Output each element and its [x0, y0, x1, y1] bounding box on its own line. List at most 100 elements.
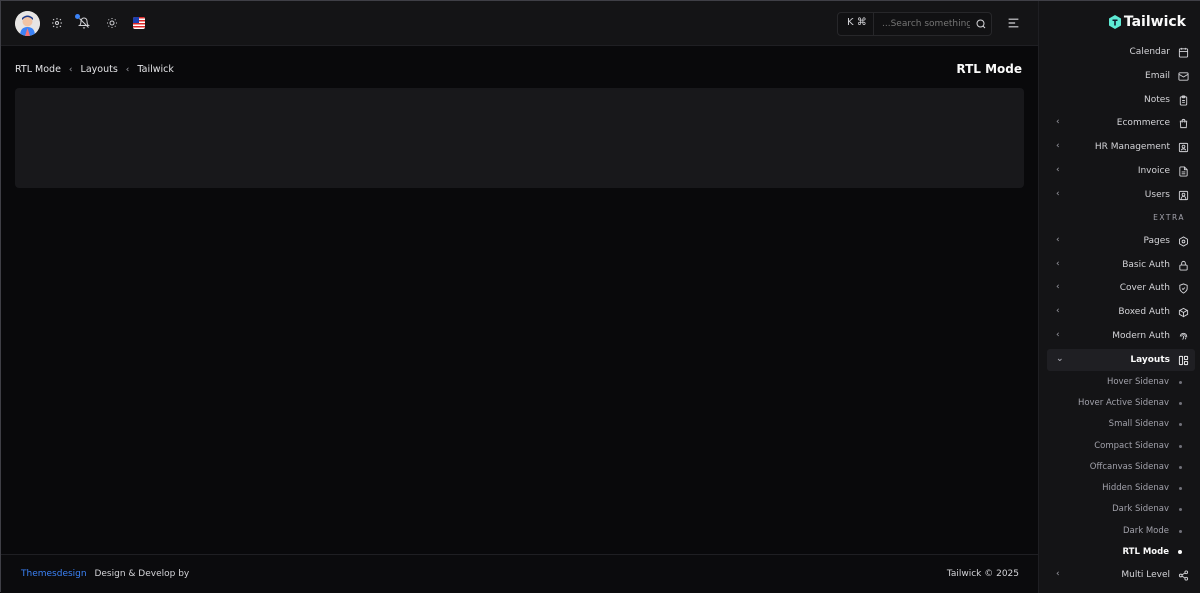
- sidebar-item-pages[interactable]: ‹ Pages: [1047, 230, 1195, 252]
- sidebar-item-label: Basic Auth: [1122, 260, 1170, 270]
- breadcrumb-item[interactable]: Tailwick: [137, 64, 173, 75]
- sidebar-item-label: Calendar: [1129, 47, 1170, 57]
- bullet-dot: [1179, 466, 1182, 469]
- sidebar-item-label: Notes: [1144, 95, 1170, 105]
- footer-brand-link[interactable]: Themesdesign: [21, 569, 87, 579]
- sidebar-item-boxed-auth[interactable]: ‹ Boxed Auth: [1047, 301, 1195, 323]
- sidebar-subitem-label: RTL Mode: [1122, 547, 1169, 557]
- bullet-dot: [1179, 423, 1182, 426]
- sidebar-item-basic-auth[interactable]: ‹ Basic Auth: [1047, 254, 1195, 276]
- chevron-left-icon: ‹: [1056, 282, 1060, 292]
- chevron-left-icon: ‹: [1056, 259, 1060, 269]
- mail-icon: [1178, 71, 1189, 82]
- chevron-left-icon: ‹: [1056, 189, 1060, 199]
- sidebar-subitem-dark-mode[interactable]: Dark Mode: [1047, 522, 1195, 540]
- sidebar-subitem-label: Compact Sidenav: [1094, 441, 1169, 451]
- logo[interactable]: Tailwick: [1108, 14, 1186, 30]
- sidebar-subitem-offcanvas-sidenav[interactable]: Offcanvas Sidenav: [1047, 458, 1195, 476]
- chevron-left-icon: ‹: [1056, 165, 1060, 175]
- file-text-icon: [1178, 165, 1189, 177]
- bullet-dot: [1178, 550, 1182, 554]
- sidebar-subitem-label: Small Sidenav: [1108, 419, 1169, 429]
- sidebar-item-cover-auth[interactable]: ‹ Cover Auth: [1047, 277, 1195, 299]
- sidebar-subitem-hidden-sidenav[interactable]: Hidden Sidenav: [1047, 479, 1195, 497]
- page-title: RTL Mode: [956, 62, 1022, 76]
- id-card-icon: [1178, 142, 1189, 153]
- footer: Themesdesign Design & Develop by Tailwic…: [1, 554, 1038, 593]
- search-input[interactable]: [882, 16, 970, 32]
- menu-toggle-icon[interactable]: [1007, 17, 1020, 29]
- sidebar-item-modern-auth[interactable]: ‹ Modern Auth: [1047, 325, 1195, 347]
- shopping-bag-icon: [1178, 118, 1189, 129]
- fingerprint-icon: [1178, 331, 1189, 342]
- sidebar-item-hr-management[interactable]: ‹ HR Management: [1047, 136, 1195, 158]
- search-box[interactable]: K ⌘: [837, 12, 992, 36]
- sidebar-item-label: Invoice: [1137, 166, 1170, 176]
- sidebar-item-notes[interactable]: Notes: [1047, 89, 1195, 111]
- topbar: K ⌘: [1, 1, 1038, 46]
- sidebar-subitem-compact-sidenav[interactable]: Compact Sidenav: [1047, 437, 1195, 455]
- sidebar-item-ecommerce[interactable]: ‹ Ecommerce: [1047, 112, 1195, 134]
- search-divider: [873, 13, 874, 35]
- settings-icon[interactable]: [49, 15, 65, 31]
- sidebar-item-label: Cover Auth: [1119, 283, 1170, 293]
- sidebar: Tailwick Calendar Email Notes ‹ Ecommerc: [1038, 1, 1200, 593]
- search-shortcut: K ⌘: [847, 17, 867, 28]
- sidebar-subitem-rtl-mode[interactable]: RTL Mode: [1047, 543, 1195, 561]
- sidebar-item-multi-level[interactable]: ‹ Multi Level: [1047, 564, 1195, 586]
- sidebar-subitem-label: Dark Mode: [1122, 526, 1169, 536]
- sun-icon[interactable]: [104, 15, 120, 31]
- logo-text: Tailwick: [1123, 14, 1186, 30]
- sidebar-item-calendar[interactable]: Calendar: [1047, 41, 1195, 63]
- sidebar-subitem-small-sidenav[interactable]: Small Sidenav: [1047, 415, 1195, 433]
- app-frame: K ⌘ RTL Mode ‹ Layouts ‹ Tailwick RTL Mo…: [0, 0, 1200, 593]
- sidebar-subitem-label: Hover Active Sidenav: [1077, 398, 1169, 408]
- sidebar-item-label: Users: [1144, 190, 1170, 200]
- breadcrumb: RTL Mode ‹ Layouts ‹ Tailwick: [15, 64, 174, 75]
- chevron-down-icon: ⌄: [1056, 354, 1064, 364]
- bullet-dot: [1179, 381, 1182, 384]
- sidebar-item-label: Modern Auth: [1112, 331, 1170, 341]
- footer-text: Design & Develop by: [94, 569, 190, 579]
- user-square-icon: [1178, 190, 1189, 201]
- chevron-left-icon: ‹: [1056, 306, 1060, 316]
- sidebar-subitem-dark-sidenav[interactable]: Dark Sidenav: [1047, 500, 1195, 518]
- sidebar-item-label: Layouts: [1130, 355, 1170, 365]
- bullet-dot: [1179, 402, 1182, 405]
- avatar[interactable]: [15, 11, 40, 36]
- breadcrumb-item[interactable]: Layouts: [81, 64, 118, 75]
- content-card: [15, 88, 1024, 188]
- layout-icon: [1178, 355, 1189, 366]
- breadcrumb-item[interactable]: RTL Mode: [15, 64, 61, 75]
- chevron-left-icon: ‹: [125, 64, 130, 75]
- sidebar-item-label: Email: [1145, 71, 1170, 81]
- search-icon[interactable]: [975, 18, 987, 30]
- chevron-left-icon: ‹: [1056, 235, 1060, 245]
- bullet-dot: [1179, 445, 1182, 448]
- sidebar-item-invoice[interactable]: ‹ Invoice: [1047, 160, 1195, 182]
- notification-dot: [75, 14, 80, 19]
- sidebar-subitem-label: Dark Sidenav: [1112, 504, 1169, 514]
- logo-icon: [1108, 15, 1121, 29]
- bullet-dot: [1179, 487, 1182, 490]
- bullet-dot: [1179, 530, 1182, 533]
- sidebar-item-users[interactable]: ‹ Users: [1047, 184, 1195, 206]
- sidebar-subitem-label: Hidden Sidenav: [1102, 483, 1169, 493]
- chevron-left-icon: ‹: [1056, 569, 1060, 579]
- shield-check-icon: [1178, 282, 1189, 294]
- sidebar-subitem-hover-active-sidenav[interactable]: Hover Active Sidenav: [1047, 394, 1195, 412]
- bullet-dot: [1179, 508, 1182, 511]
- sidebar-item-label: Boxed Auth: [1118, 307, 1170, 317]
- sidebar-subitem-hover-sidenav[interactable]: Hover Sidenav: [1047, 373, 1195, 391]
- box-icon: [1178, 307, 1189, 318]
- sidebar-item-email[interactable]: Email: [1047, 65, 1195, 87]
- chevron-left-icon: ‹: [68, 64, 73, 75]
- sidebar-item-layouts[interactable]: ⌄ Layouts: [1047, 349, 1195, 371]
- us-flag-icon[interactable]: [133, 17, 145, 29]
- clipboard-icon: [1178, 94, 1189, 106]
- calendar-icon: [1178, 47, 1189, 58]
- sidebar-item-label: Pages: [1143, 236, 1170, 246]
- footer-credits: Themesdesign Design & Develop by: [21, 569, 189, 579]
- footer-copyright: Tailwick © 2025: [946, 569, 1019, 579]
- sidebar-section-extra: EXTRA: [1153, 213, 1185, 222]
